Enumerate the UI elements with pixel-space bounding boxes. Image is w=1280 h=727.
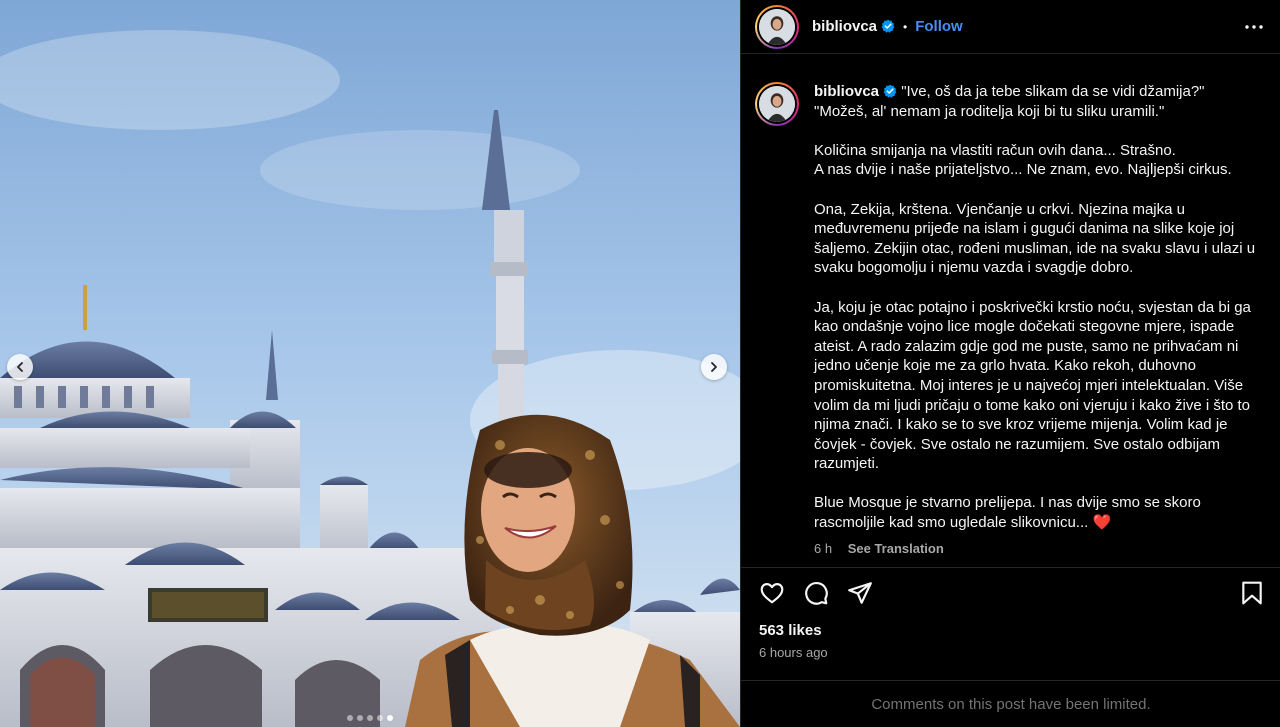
caption-content: "Ive, oš da ja tebe slikam da se vidi dž… xyxy=(814,83,1256,532)
carousel-dot xyxy=(367,715,373,721)
chevron-right-icon xyxy=(711,362,717,372)
caption-meta: 6 h See Translation xyxy=(814,541,1260,556)
caption-body: bibliovca "Ive, oš da ja tebe slikam da … xyxy=(814,82,1260,567)
username-text[interactable]: bibliovca xyxy=(812,18,877,35)
caption-section: bibliovca "Ive, oš da ja tebe slikam da … xyxy=(741,64,1280,567)
avatar-photo xyxy=(759,8,795,45)
post-side-panel: bibliovca • Follow bibliovca "Ive, oš da… xyxy=(740,0,1280,727)
comment-button[interactable] xyxy=(803,580,829,606)
header-separator: • xyxy=(903,19,908,34)
verified-badge-icon xyxy=(883,84,897,98)
carousel-dot xyxy=(377,715,383,721)
caption-author-avatar[interactable] xyxy=(755,82,799,126)
save-button[interactable] xyxy=(1239,580,1265,606)
follow-button[interactable]: Follow xyxy=(915,18,963,35)
like-button[interactable] xyxy=(759,580,785,606)
carousel-prev-button[interactable] xyxy=(7,354,33,380)
more-options-icon xyxy=(1245,24,1263,29)
see-translation-button[interactable]: See Translation xyxy=(848,541,944,556)
carousel-dot xyxy=(387,715,393,721)
more-options-button[interactable] xyxy=(1242,15,1266,39)
comments-limited-notice: Comments on this post have been limited. xyxy=(741,680,1280,727)
carousel-next-button[interactable] xyxy=(701,354,727,380)
caption-username[interactable]: bibliovca xyxy=(814,83,879,100)
post-media xyxy=(0,0,740,727)
post-time-short: 6 h xyxy=(814,540,833,556)
author-username[interactable]: bibliovca xyxy=(812,18,895,35)
carousel-dot xyxy=(357,715,363,721)
share-icon xyxy=(848,581,872,604)
heart-icon xyxy=(760,582,784,603)
comment-icon xyxy=(805,581,828,605)
post-header: bibliovca • Follow xyxy=(741,0,1280,54)
post-time-ago: 6 hours ago xyxy=(759,645,828,660)
verified-badge-icon xyxy=(881,19,895,33)
caption-text: bibliovca "Ive, oš da ja tebe slikam da … xyxy=(814,82,1260,533)
share-button[interactable] xyxy=(847,580,873,606)
bookmark-icon xyxy=(1242,581,1262,604)
instagram-post: bibliovca • Follow bibliovca "Ive, oš da… xyxy=(0,0,1280,727)
post-photo xyxy=(0,0,740,727)
author-avatar[interactable] xyxy=(755,4,799,49)
chevron-left-icon xyxy=(17,362,23,372)
carousel-dot xyxy=(347,715,353,721)
likes-count[interactable]: 563 likes xyxy=(759,622,822,639)
action-bar xyxy=(741,567,1280,617)
carousel-indicator xyxy=(0,715,740,721)
avatar-photo xyxy=(759,86,795,122)
